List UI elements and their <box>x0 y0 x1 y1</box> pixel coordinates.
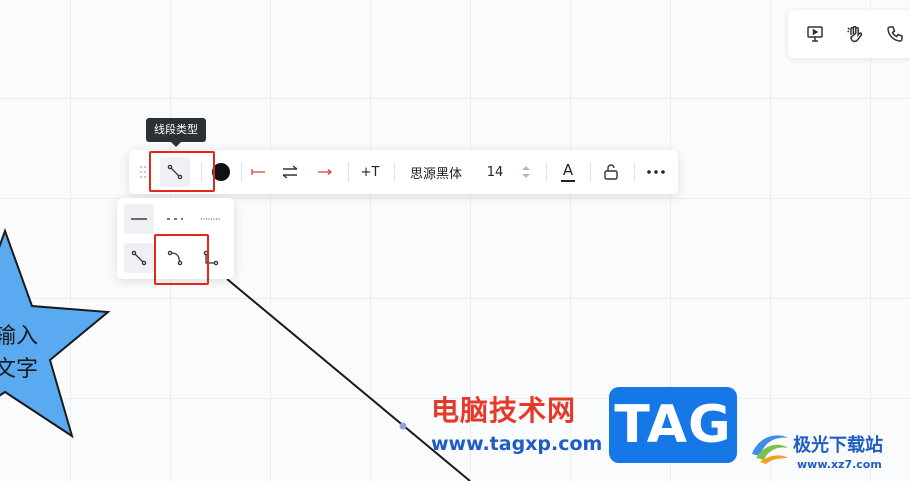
swap-direction-button[interactable] <box>277 157 303 187</box>
stepper-arrows-icon <box>522 166 530 178</box>
start-arrow-icon <box>251 169 265 175</box>
wave-hand-icon[interactable] <box>838 17 872 51</box>
connector-handle[interactable] <box>399 422 407 430</box>
solid-line-icon <box>131 218 147 220</box>
start-arrow-button[interactable] <box>245 157 271 187</box>
watermark-url: www.tagxp.com <box>431 433 603 455</box>
swap-icon <box>282 165 298 179</box>
watermark-title: 电脑技术网 <box>431 394 577 427</box>
dotted-line-option[interactable] <box>196 204 226 234</box>
tooltip: 线段类型 <box>146 118 206 142</box>
phone-icon[interactable] <box>878 17 910 51</box>
watermark-brand-url: www.xz7.com <box>797 458 882 471</box>
more-icon <box>647 170 665 174</box>
font-family-select[interactable]: 思源黑体 <box>403 157 469 187</box>
watermark-tag-logo: TAG <box>609 387 737 463</box>
end-arrow-icon <box>318 169 333 175</box>
star-text-line1: 输入 <box>0 324 38 349</box>
top-right-toolbar <box>788 10 910 58</box>
aurora-logo-icon <box>752 435 788 464</box>
font-size-stepper[interactable] <box>519 157 533 187</box>
add-text-button[interactable]: +T <box>357 157 383 187</box>
straight-connector-option[interactable] <box>124 243 154 273</box>
text-color-button[interactable]: A <box>555 157 581 187</box>
straight-connector-icon <box>131 250 147 266</box>
solid-line-option[interactable] <box>124 204 154 234</box>
presentation-icon[interactable] <box>798 17 832 51</box>
dashed-line-option[interactable] <box>160 204 190 234</box>
dotted-line-icon <box>201 218 221 220</box>
text-color-underline <box>561 179 575 182</box>
lock-button[interactable] <box>598 157 624 187</box>
watermark-brand: 极光下载站 <box>793 435 883 456</box>
highlight-line-type-button <box>149 151 215 192</box>
end-arrow-button[interactable] <box>312 157 338 187</box>
more-button[interactable] <box>641 157 671 187</box>
unlock-icon <box>604 164 618 180</box>
tooltip-arrow <box>171 142 181 147</box>
font-size-value[interactable]: 14 <box>482 157 508 187</box>
highlight-curved-connector <box>154 234 209 285</box>
star-text-line2: 文字 <box>0 357 38 382</box>
dashed-line-icon <box>167 218 183 220</box>
text-color-icon: A <box>562 160 574 179</box>
